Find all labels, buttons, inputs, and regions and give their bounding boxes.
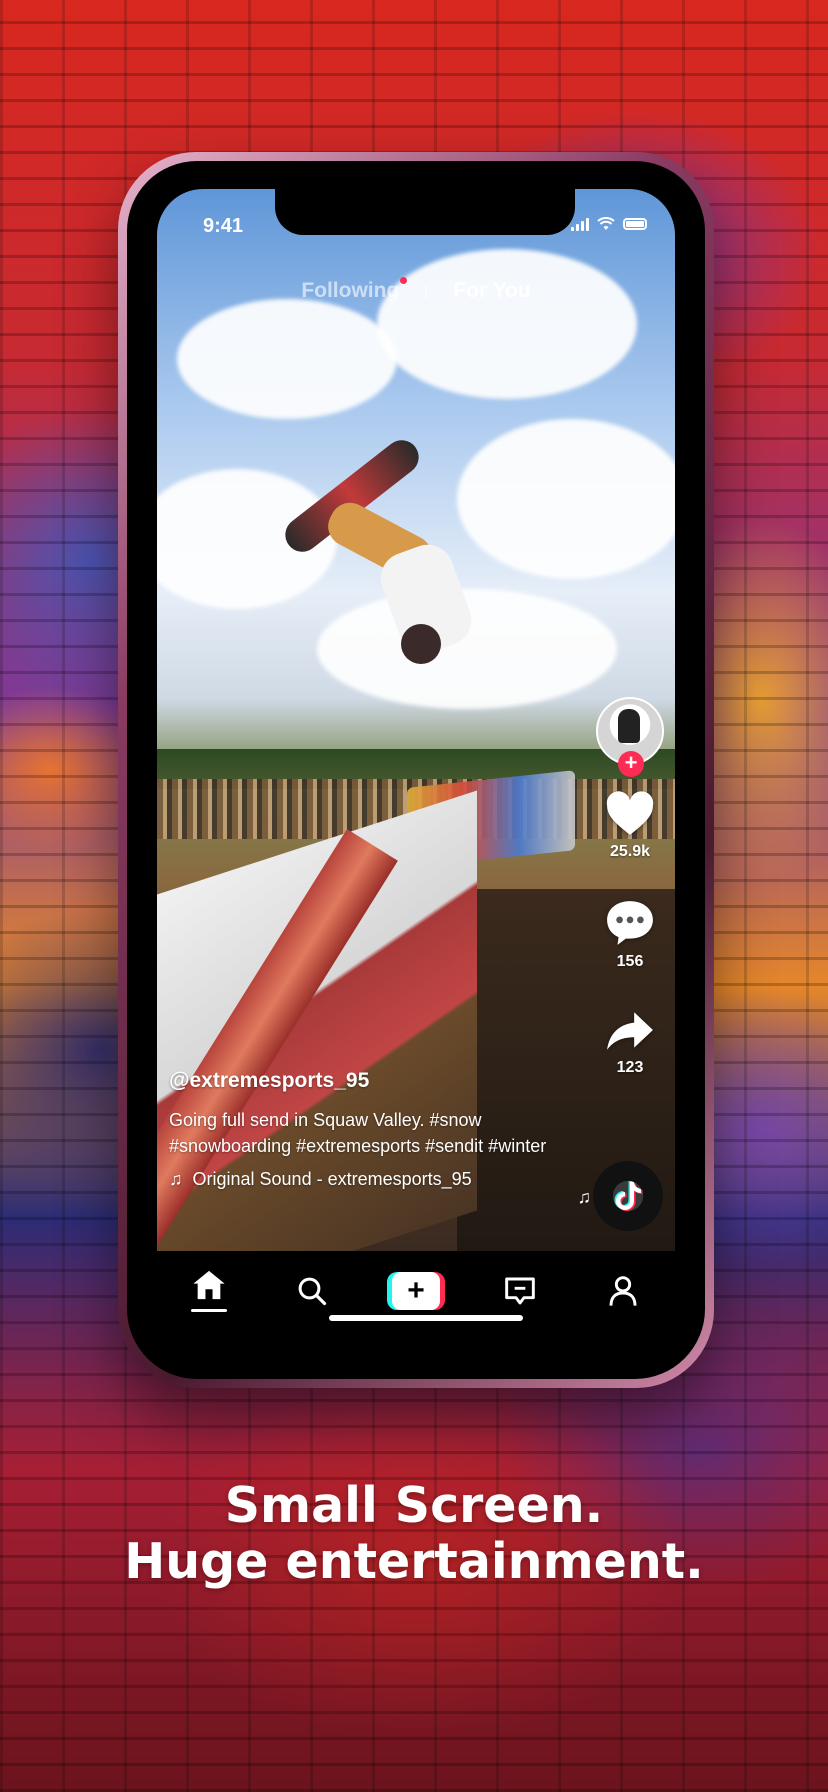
promo-tagline: Small Screen. Huge entertainment. [0,1478,828,1590]
battery-icon [623,218,647,230]
comment-button[interactable]: 156 [605,899,655,971]
music-notes-icon: ♫ [577,1187,592,1207]
wifi-icon [597,217,615,230]
sound-disc[interactable] [593,1161,663,1231]
tab-divider [425,285,428,299]
creator-username[interactable]: @extremesports_95 [169,1069,549,1093]
heart-icon [606,791,654,835]
creator-avatar[interactable]: + [596,697,664,777]
comment-icon [607,901,653,945]
comment-count: 156 [616,953,644,970]
home-icon [193,1270,225,1300]
search-icon [299,1277,327,1305]
feed-tabs: Following For You [157,277,675,303]
nav-create[interactable]: + [386,1271,446,1310]
signal-icon [571,217,589,231]
notch [275,189,575,235]
phone-frame: 9:41 Following For You + 25.9k 156 123 ♫… [118,152,714,1388]
status-icons [571,217,647,231]
create-icon: + [391,1271,440,1310]
nav-discover[interactable] [282,1276,342,1306]
phone-screen: 9:41 Following For You + 25.9k 156 123 ♫… [157,189,675,1351]
tagline-line-2: Huge entertainment. [124,1533,704,1590]
active-indicator [190,1309,227,1312]
bottom-nav: + [157,1251,675,1351]
action-rail: + 25.9k 156 123 [595,697,665,1077]
like-count: 25.9k [609,843,651,860]
video-description: Going full send in Squaw Valley. #snow #… [169,1110,547,1156]
nav-inbox[interactable] [490,1276,550,1306]
nav-profile[interactable] [593,1275,653,1307]
notification-dot [400,277,408,284]
inbox-icon [504,1277,535,1304]
create-button[interactable]: + [386,1271,445,1310]
tab-following[interactable]: Following [301,277,408,303]
share-icon [607,1012,653,1050]
tagline-line-1: Small Screen. [224,1477,604,1534]
tab-for-you[interactable]: For You [453,279,530,303]
status-time: 9:41 [203,215,244,237]
video-caption: @extremesports_95 Going full send in Squ… [169,1069,549,1190]
like-button[interactable]: 25.9k [605,791,655,861]
home-indicator[interactable] [329,1315,523,1321]
follow-button[interactable]: + [618,751,644,777]
share-button[interactable]: 123 [605,1009,655,1077]
nav-home[interactable] [179,1269,239,1312]
sound-info[interactable]: ♫ Original Sound - extremesports_95 [169,1169,549,1190]
profile-icon [609,1275,637,1306]
sound-title: Original Sound - extremesports_95 [192,1169,472,1189]
tiktok-logo-icon [614,1181,643,1211]
share-count: 123 [616,1059,644,1076]
music-note-icon: ♫ [169,1169,183,1189]
